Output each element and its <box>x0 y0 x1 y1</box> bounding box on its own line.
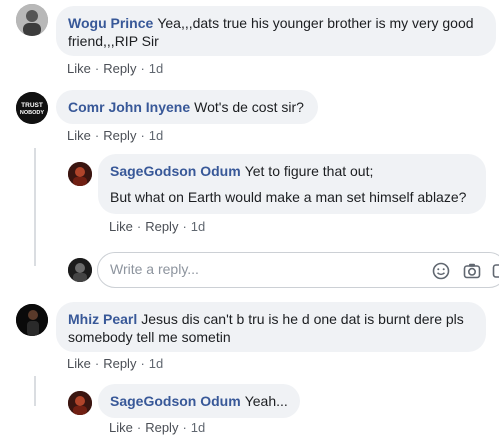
profile-photo-icon <box>68 162 92 186</box>
reply-link[interactable]: Reply <box>103 61 136 76</box>
separator: · <box>136 420 142 435</box>
like-link[interactable]: Like <box>67 61 91 76</box>
timestamp[interactable]: 1d <box>149 128 163 143</box>
reply-text: Yet to figure that out; <box>244 163 374 179</box>
reply-author[interactable]: SageGodson Odum <box>110 163 241 179</box>
reply-box[interactable] <box>97 252 499 288</box>
comment-bubble: Wogu Prince Yea,,,dats true his younger b… <box>56 6 496 56</box>
separator: · <box>182 219 187 234</box>
profile-photo-icon <box>16 304 48 336</box>
timestamp[interactable]: 1d <box>191 219 205 234</box>
reply-link[interactable]: Reply <box>103 356 136 371</box>
separator: · <box>94 61 100 76</box>
comment-actions: Like · Reply · 1d <box>67 128 163 143</box>
timestamp[interactable]: 1d <box>149 61 163 76</box>
current-user-avatar[interactable] <box>68 258 92 282</box>
camera-icon[interactable] <box>463 262 481 280</box>
like-link[interactable]: Like <box>109 420 133 435</box>
separator: · <box>140 61 145 76</box>
timestamp[interactable]: 1d <box>149 356 163 371</box>
comment-actions: Like · Reply · 1d <box>67 61 163 76</box>
reply-text-line-2: But what on Earth would make a man set h… <box>110 189 467 205</box>
gif-icon[interactable] <box>492 262 499 280</box>
separator: · <box>94 356 100 371</box>
like-link[interactable]: Like <box>67 356 91 371</box>
separator: · <box>140 356 145 371</box>
avatar[interactable]: TRUST NOBODY <box>16 92 48 124</box>
comment-bubble: Comr John Inyene Wot's de cost sir? <box>56 90 318 124</box>
avatar[interactable] <box>68 162 92 186</box>
timestamp[interactable]: 1d <box>191 420 205 435</box>
reply-link[interactable]: Reply <box>145 420 178 435</box>
thread-line <box>34 148 36 266</box>
comment-text: Wot's de cost sir? <box>194 99 304 115</box>
separator: · <box>136 219 142 234</box>
reply-author[interactable]: SageGodson Odum <box>110 393 241 409</box>
comment-actions: Like · Reply · 1d <box>67 356 163 371</box>
reply-input[interactable] <box>110 261 410 277</box>
reply-text: Yeah... <box>244 393 288 409</box>
svg-text:NOBODY: NOBODY <box>20 110 44 116</box>
reply-bubble: SageGodson Odum Yet to figure that out; B… <box>98 154 486 214</box>
emoji-icon[interactable] <box>432 262 450 280</box>
avatar[interactable] <box>16 4 48 36</box>
comment-author[interactable]: Mhiz Pearl <box>68 311 137 327</box>
avatar[interactable] <box>68 391 92 415</box>
comment-bubble: Mhiz Pearl Jesus dis can't b tru is he d … <box>56 302 486 352</box>
separator: · <box>182 420 187 435</box>
reply-link[interactable]: Reply <box>145 219 178 234</box>
avatar[interactable] <box>16 304 48 336</box>
separator: · <box>94 128 100 143</box>
profile-photo-icon <box>16 4 48 36</box>
thread-line <box>34 376 36 406</box>
like-link[interactable]: Like <box>67 128 91 143</box>
trust-nobody-logo: TRUST NOBODY <box>16 92 48 124</box>
reply-bubble: SageGodson Odum Yeah... <box>98 384 300 418</box>
profile-photo-icon <box>68 258 92 282</box>
svg-text:TRUST: TRUST <box>21 102 43 109</box>
like-link[interactable]: Like <box>109 219 133 234</box>
separator: · <box>140 128 145 143</box>
reply-actions: Like · Reply · 1d <box>109 219 205 234</box>
reply-actions: Like · Reply · 1d <box>109 420 205 435</box>
comment-author[interactable]: Wogu Prince <box>68 15 153 31</box>
reply-link[interactable]: Reply <box>103 128 136 143</box>
profile-photo-icon <box>68 391 92 415</box>
comment-author[interactable]: Comr John Inyene <box>68 99 190 115</box>
